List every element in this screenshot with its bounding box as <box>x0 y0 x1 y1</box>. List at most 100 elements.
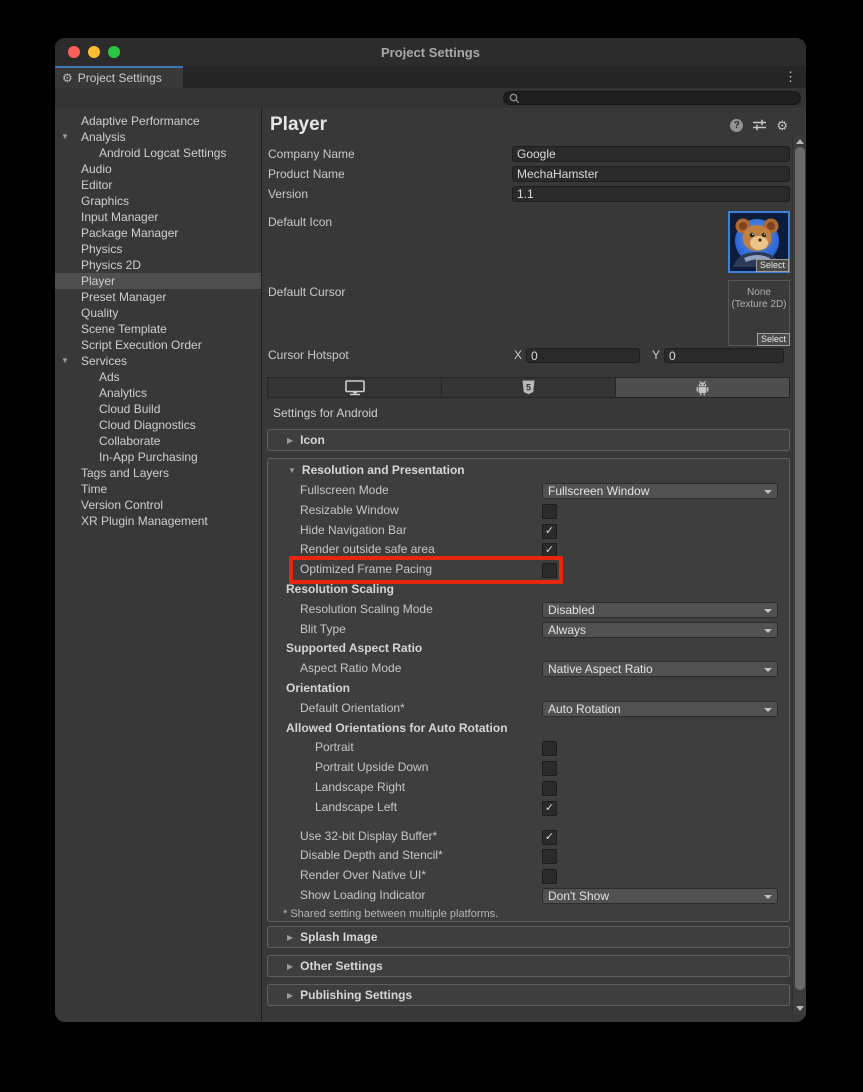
cursor-hotspot-label: Cursor Hotspot <box>268 348 514 362</box>
help-icon[interactable]: ? <box>730 119 743 132</box>
foldout-collapsed-icon: ▶ <box>287 991 293 1000</box>
sidebar-item-time[interactable]: Time <box>55 481 261 497</box>
cursor-hotspot-y-input[interactable]: 0 <box>664 348 784 363</box>
presets-icon[interactable] <box>752 119 767 131</box>
platform-tab-strip: 5 <box>267 377 790 398</box>
landscape-left-checkbox[interactable]: ✓ <box>542 801 557 816</box>
setting-row-fullscreen-mode: Fullscreen ModeFullscreen Window <box>268 481 789 501</box>
sidebar-item-scene-template[interactable]: Scene Template <box>55 321 261 337</box>
kebab-menu-icon[interactable]: ⋮ <box>784 69 797 85</box>
scrollbar-thumb[interactable] <box>795 147 805 990</box>
show-loading-indicator-dropdown[interactable]: Don't Show <box>542 888 778 904</box>
sidebar-item-cloud-diagnostics[interactable]: Cloud Diagnostics <box>55 417 261 433</box>
platform-tab-webgl[interactable]: 5 <box>442 378 616 397</box>
product-name-row: Product NameMechaHamster <box>262 164 790 184</box>
blit-type-dropdown[interactable]: Always <box>542 622 778 638</box>
sidebar-item-label: Cloud Build <box>99 402 160 416</box>
portrait-checkbox[interactable] <box>542 741 557 756</box>
sidebar-item-ads[interactable]: Ads <box>55 369 261 385</box>
resolution-section-header[interactable]: ▼ Resolution and Presentation <box>268 459 789 481</box>
sidebar-item-script-execution-order[interactable]: Script Execution Order <box>55 337 261 353</box>
search-input[interactable] <box>503 91 801 105</box>
publishing-settings-foldout[interactable]: ▶ Publishing Settings <box>267 984 790 1006</box>
default-orientation-dropdown[interactable]: Auto Rotation <box>542 701 778 717</box>
default-icon-label: Default Icon <box>268 215 332 229</box>
sidebar-item-label: Cloud Diagnostics <box>99 418 196 432</box>
webgl-icon: 5 <box>522 380 535 395</box>
minimize-button[interactable] <box>88 46 100 58</box>
player-settings-panel: Player ? ⚙ Company NameGoogleProduct Na <box>262 108 806 1022</box>
setting-row-render-over-native-ui: Render Over Native UI* <box>268 866 789 886</box>
sidebar-item-label: Physics 2D <box>81 258 141 272</box>
use-32-bit-display-buffer-checkbox[interactable]: ✓ <box>542 830 557 845</box>
cursor-hotspot-x-input[interactable]: 0 <box>526 348 640 363</box>
scroll-down-icon[interactable] <box>796 1006 804 1011</box>
select-cursor-button[interactable]: Select <box>757 333 790 346</box>
setting-row-render-outside-safe-area: Render outside safe area✓ <box>268 540 789 560</box>
sidebar-item-input-manager[interactable]: Input Manager <box>55 209 261 225</box>
publishing-settings-label: Publishing Settings <box>300 988 412 1002</box>
vertical-scrollbar[interactable] <box>792 135 806 1015</box>
portrait-upside-down-checkbox[interactable] <box>542 761 557 776</box>
sidebar-item-audio[interactable]: Audio <box>55 161 261 177</box>
maximize-button[interactable] <box>108 46 120 58</box>
sidebar-item-physics-2d[interactable]: Physics 2D <box>55 257 261 273</box>
sidebar-item-xr-plugin-management[interactable]: XR Plugin Management <box>55 513 261 529</box>
resizable-window-checkbox[interactable] <box>542 504 557 519</box>
disable-depth-and-stencil-checkbox[interactable] <box>542 849 557 864</box>
other-settings-label: Other Settings <box>300 959 383 973</box>
splash-image-foldout[interactable]: ▶Splash Image <box>267 926 790 948</box>
resolution-scaling-mode-dropdown[interactable]: Disabled <box>542 602 778 618</box>
sidebar-item-collaborate[interactable]: Collaborate <box>55 433 261 449</box>
sidebar-item-analysis[interactable]: ▼ Analysis <box>55 129 261 145</box>
sidebar-item-version-control[interactable]: Version Control <box>55 497 261 513</box>
sidebar-item-analytics[interactable]: Analytics <box>55 385 261 401</box>
default-cursor-field[interactable]: None (Texture 2D) Select <box>728 280 790 346</box>
sidebar-item-preset-manager[interactable]: Preset Manager <box>55 289 261 305</box>
expander-icon[interactable]: ▼ <box>61 129 69 145</box>
aspect-ratio-mode-dropdown[interactable]: Native Aspect Ratio <box>542 661 778 677</box>
default-icon-thumbnail[interactable]: Select <box>728 211 790 273</box>
sidebar-item-physics[interactable]: Physics <box>55 241 261 257</box>
other-settings-foldout[interactable]: ▶Other Settings <box>267 955 790 977</box>
sidebar-item-label: Ads <box>99 370 120 384</box>
sidebar-item-services[interactable]: ▼Services <box>55 353 261 369</box>
sidebar-item-adaptive-performance[interactable]: Adaptive Performance <box>55 113 261 129</box>
fullscreen-mode-dropdown[interactable]: Fullscreen Window <box>542 483 778 499</box>
optimized-frame-pacing-checkbox[interactable] <box>542 563 557 578</box>
render-over-native-ui-checkbox[interactable] <box>542 869 557 884</box>
traffic-lights <box>68 46 120 58</box>
sidebar-item-label: Time <box>81 482 107 496</box>
platform-tab-desktop[interactable] <box>268 378 442 397</box>
setting-row-use-32-bit-display-buffer: Use 32-bit Display Buffer*✓ <box>268 827 789 847</box>
sidebar-item-graphics[interactable]: Graphics <box>55 193 261 209</box>
chevron-down-icon <box>764 668 772 672</box>
render-outside-safe-area-checkbox[interactable]: ✓ <box>542 543 557 558</box>
sidebar-item-android-logcat-settings[interactable]: Android Logcat Settings <box>55 145 261 161</box>
icon-section-foldout[interactable]: ▶ Icon <box>267 429 790 451</box>
landscape-right-checkbox[interactable] <box>542 781 557 796</box>
sidebar-item-editor[interactable]: Editor <box>55 177 261 193</box>
product-name-input[interactable]: MechaHamster <box>512 166 790 182</box>
tab-project-settings[interactable]: ⚙ Project Settings <box>55 66 183 88</box>
sidebar-item-cloud-build[interactable]: Cloud Build <box>55 401 261 417</box>
hide-navigation-bar-checkbox[interactable]: ✓ <box>542 524 557 539</box>
sidebar-item-player[interactable]: Player <box>55 273 261 289</box>
sidebar-item-in-app-purchasing[interactable]: In-App Purchasing <box>55 449 261 465</box>
close-button[interactable] <box>68 46 80 58</box>
sidebar-item-tags-and-layers[interactable]: Tags and Layers <box>55 465 261 481</box>
sidebar-item-quality[interactable]: Quality <box>55 305 261 321</box>
sidebar-item-label: Analysis <box>81 130 126 144</box>
product-name-label: Product Name <box>268 167 512 181</box>
version-input[interactable]: 1.1 <box>512 186 790 202</box>
scroll-up-icon[interactable] <box>796 139 804 144</box>
company-name-input[interactable]: Google <box>512 146 790 162</box>
gear-icon[interactable]: ⚙ <box>776 119 788 132</box>
select-icon-button[interactable]: Select <box>756 259 789 272</box>
sidebar-item-package-manager[interactable]: Package Manager <box>55 225 261 241</box>
foldout-collapsed-icon: ▶ <box>287 436 293 445</box>
cursor-value-line2: (Texture 2D) <box>729 299 789 311</box>
platform-tab-android[interactable] <box>616 378 789 397</box>
window-titlebar[interactable]: Project Settings <box>55 38 806 66</box>
expander-icon[interactable]: ▼ <box>61 353 69 369</box>
